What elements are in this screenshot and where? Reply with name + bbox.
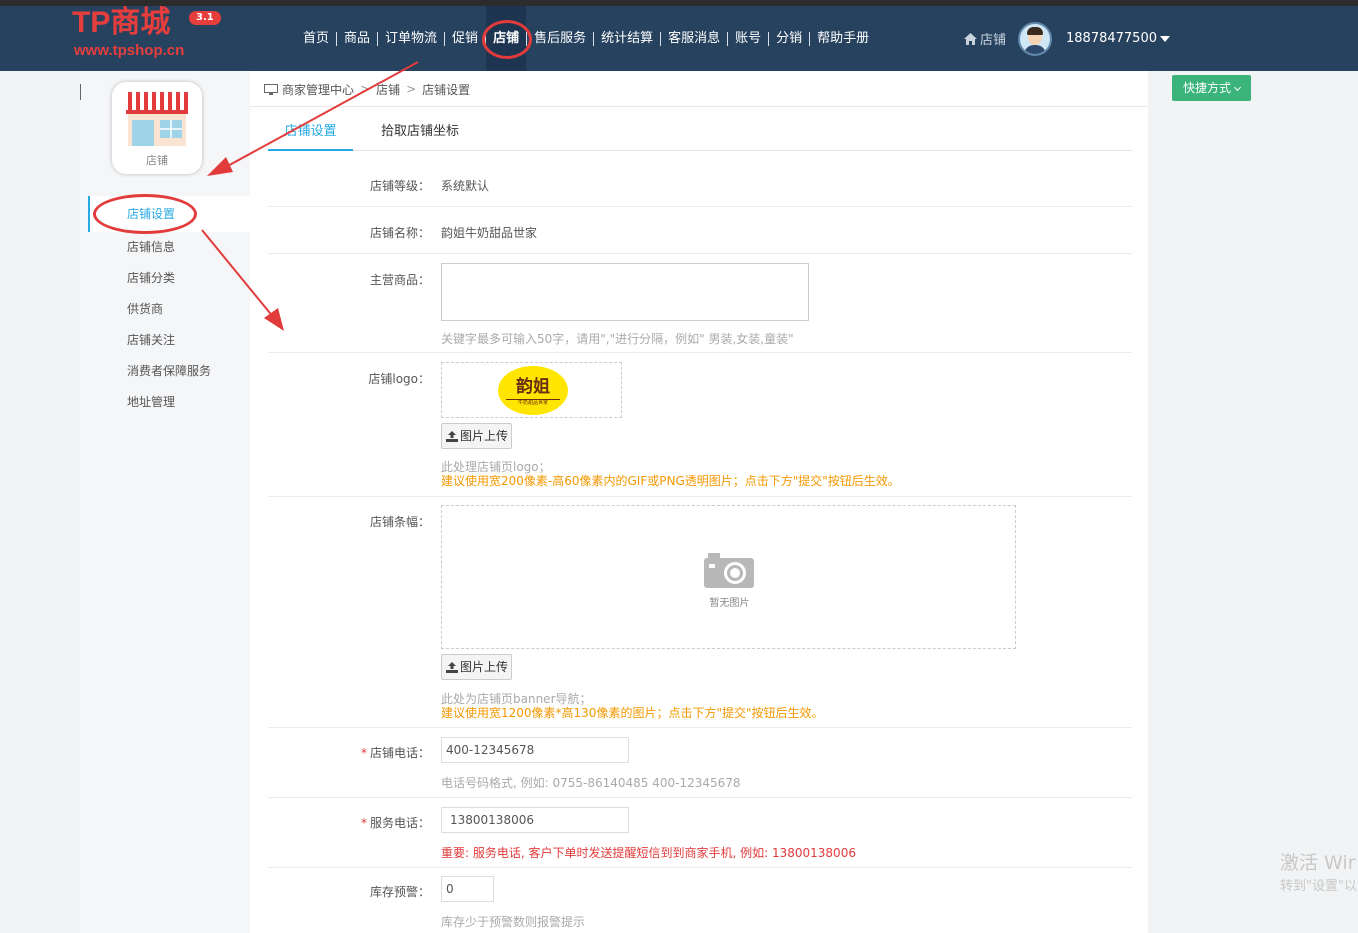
sidebar-divider [80, 84, 81, 100]
sidebar-item-address[interactable]: 地址管理 [88, 387, 250, 418]
tab-pick-coordinates[interactable]: 拾取店铺坐标 [374, 118, 466, 151]
breadcrumb: 商家管理中心 > 店铺 > 店铺设置 [264, 80, 470, 98]
breadcrumb-item[interactable]: 店铺 [376, 81, 400, 98]
logo-preview: 韵姐 牛奶甜品世家 [441, 362, 622, 418]
main-goods-hint: 关键字最多可输入50字，请用","进行分隔，例如" 男装,女装,童装" [441, 332, 794, 346]
logo-text: TP商城 [72, 6, 171, 39]
monitor-icon [264, 83, 278, 95]
form-row-service-phone: * 服务电话： 13800138006 重要: 服务电话, 客户下单时发送提醒短信… [268, 798, 1132, 868]
app-tile-label: 店铺 [146, 154, 168, 167]
nav-item-service[interactable]: 客服消息 [661, 31, 729, 46]
sidebar-item-store-info[interactable]: 店铺信息 [88, 232, 250, 263]
nav-item-home[interactable]: 首页 [296, 31, 338, 46]
banner-label: 店铺条幅： [369, 515, 430, 529]
service-phone-input[interactable]: 13800138006 [441, 807, 629, 833]
username-dropdown[interactable]: 18878477500 [1066, 31, 1157, 46]
upload-icon [446, 431, 458, 442]
sidebar-item-store-category[interactable]: 店铺分类 [88, 263, 250, 294]
store-logo-subtext: 牛奶甜品世家 [506, 399, 560, 406]
banner-upload-button[interactable]: 图片上传 [441, 654, 512, 680]
service-phone-hint: 重要: 服务电话, 客户下单时发送提醒短信到到商家手机, 例如: 1380013… [441, 846, 856, 860]
upload-label: 图片上传 [460, 660, 509, 674]
tab-store-settings[interactable]: 店铺设置 [268, 118, 353, 151]
phone-label: * 店铺电话： [360, 746, 430, 760]
nav-item-orders[interactable]: 订单物流 [378, 31, 446, 46]
form-row-main-goods: 主营商品： 关键字最多可输入50字，请用","进行分隔，例如" 男装,女装,童装… [268, 254, 1132, 353]
nav-item-promotion[interactable]: 促销 [445, 31, 487, 46]
banner-preview: 暂无图片 [441, 505, 1016, 649]
sidebar-item-supplier[interactable]: 供货商 [88, 294, 250, 325]
breadcrumb-item[interactable]: 商家管理中心 [282, 81, 354, 98]
main-goods-label: 主营商品： [369, 273, 430, 287]
breadcrumb-divider [250, 106, 1148, 107]
header-user-area: 店铺 18878477500 [964, 6, 1170, 71]
level-value: 系统默认 [441, 179, 490, 193]
service-phone-label: * 服务电话： [360, 816, 430, 830]
stock-alert-input[interactable]: 0 [441, 876, 494, 902]
windows-activation-watermark-sub: 转到"设置"以 [1280, 879, 1357, 894]
nav-item-aftersale[interactable]: 售后服务 [527, 31, 595, 46]
home-icon [964, 32, 977, 45]
stock-label: 库存预警： [369, 885, 430, 899]
nav-item-stats[interactable]: 统计结算 [594, 31, 662, 46]
no-image-text: 暂无图片 [709, 598, 750, 609]
store-app-icon[interactable]: 店铺 [112, 82, 202, 174]
chevron-down-icon[interactable] [1160, 35, 1170, 42]
logo-version-badge: 3.1 [189, 11, 221, 25]
form-row-logo: 店铺logo： 韵姐 牛奶甜品世家 图片上传 此处理店铺页logo； 建议使用宽… [268, 353, 1132, 497]
nav-item-goods[interactable]: 商品 [337, 31, 379, 46]
shortcut-button[interactable]: 快捷方式 [1172, 75, 1251, 101]
upload-icon [446, 662, 458, 673]
annotation-circle-sidebar [93, 194, 197, 234]
breadcrumb-item: 店铺设置 [422, 82, 471, 97]
upload-label: 图片上传 [460, 429, 509, 443]
avatar[interactable] [1018, 21, 1053, 56]
sidebar-item-consumer-guarantee[interactable]: 消费者保障服务 [88, 356, 250, 387]
phone-hint: 电话号码格式, 例如: 0755-86140485 400-12345678 [441, 776, 741, 790]
store-logo-text: 韵姐 [516, 377, 550, 397]
tab-bar: 店铺设置 拾取店铺坐标 [268, 118, 1132, 151]
right-gutter [1148, 71, 1358, 933]
nav-item-distribution[interactable]: 分销 [769, 31, 811, 46]
phone-input[interactable]: 400-12345678 [441, 737, 629, 763]
name-label: 店铺名称： [369, 226, 430, 240]
name-value: 韵姐牛奶甜品世家 [441, 226, 538, 240]
breadcrumb-separator: > [406, 82, 417, 96]
main-goods-textarea[interactable] [441, 263, 809, 321]
logo-hint-warning: 建议使用宽200像素-高60像素内的GIF或PNG透明图片；点击下方"提交"按钮… [441, 474, 900, 488]
store-link[interactable]: 店铺 [980, 29, 1006, 48]
form-row-stock: 库存预警： 0 库存少于预警数则报警提示 [268, 868, 1132, 933]
form-row-phone: * 店铺电话： 400-12345678 电话号码格式, 例如: 0755-861… [268, 728, 1132, 798]
sidebar-item-store-follow[interactable]: 店铺关注 [88, 325, 250, 356]
nav-item-account[interactable]: 账号 [728, 31, 770, 46]
form-row-level: 店铺等级： 系统默认 [268, 160, 1132, 207]
breadcrumb-separator: > [360, 82, 371, 96]
level-label: 店铺等级： [369, 179, 430, 193]
store-logo-image: 韵姐 牛奶甜品世家 [498, 366, 568, 415]
windows-activation-watermark: 激活 Wir [1280, 852, 1356, 874]
camera-icon [704, 553, 754, 588]
logo-url: www.tpshop.cn [74, 42, 185, 59]
logo-label: 店铺logo： [368, 372, 430, 386]
shortcut-label: 快捷方式 [1182, 81, 1231, 95]
annotation-circle-nav [482, 20, 532, 59]
chevron-down-icon [1233, 83, 1242, 92]
brand-logo[interactable]: TP商城 3.1 www.tpshop.cn [72, 6, 222, 62]
form-row-banner: 店铺条幅： 暂无图片 图片上传 此处为店铺页banner导航； 建议使用宽120… [268, 497, 1132, 728]
main-nav: 首页 商品 订单物流 促销 店铺 售后服务 统计结算 客服消息 账号 分销 帮助… [296, 6, 876, 71]
stock-hint: 库存少于预警数则报警提示 [441, 915, 586, 929]
shop-icon [126, 92, 188, 146]
nav-item-help[interactable]: 帮助手册 [810, 31, 876, 46]
banner-hint-warning: 建议使用宽1200像素*高130像素的图片；点击下方"提交"按钮后生效。 [441, 706, 824, 720]
form-row-name: 店铺名称： 韵姐牛奶甜品世家 [268, 207, 1132, 254]
logo-upload-button[interactable]: 图片上传 [441, 423, 512, 449]
